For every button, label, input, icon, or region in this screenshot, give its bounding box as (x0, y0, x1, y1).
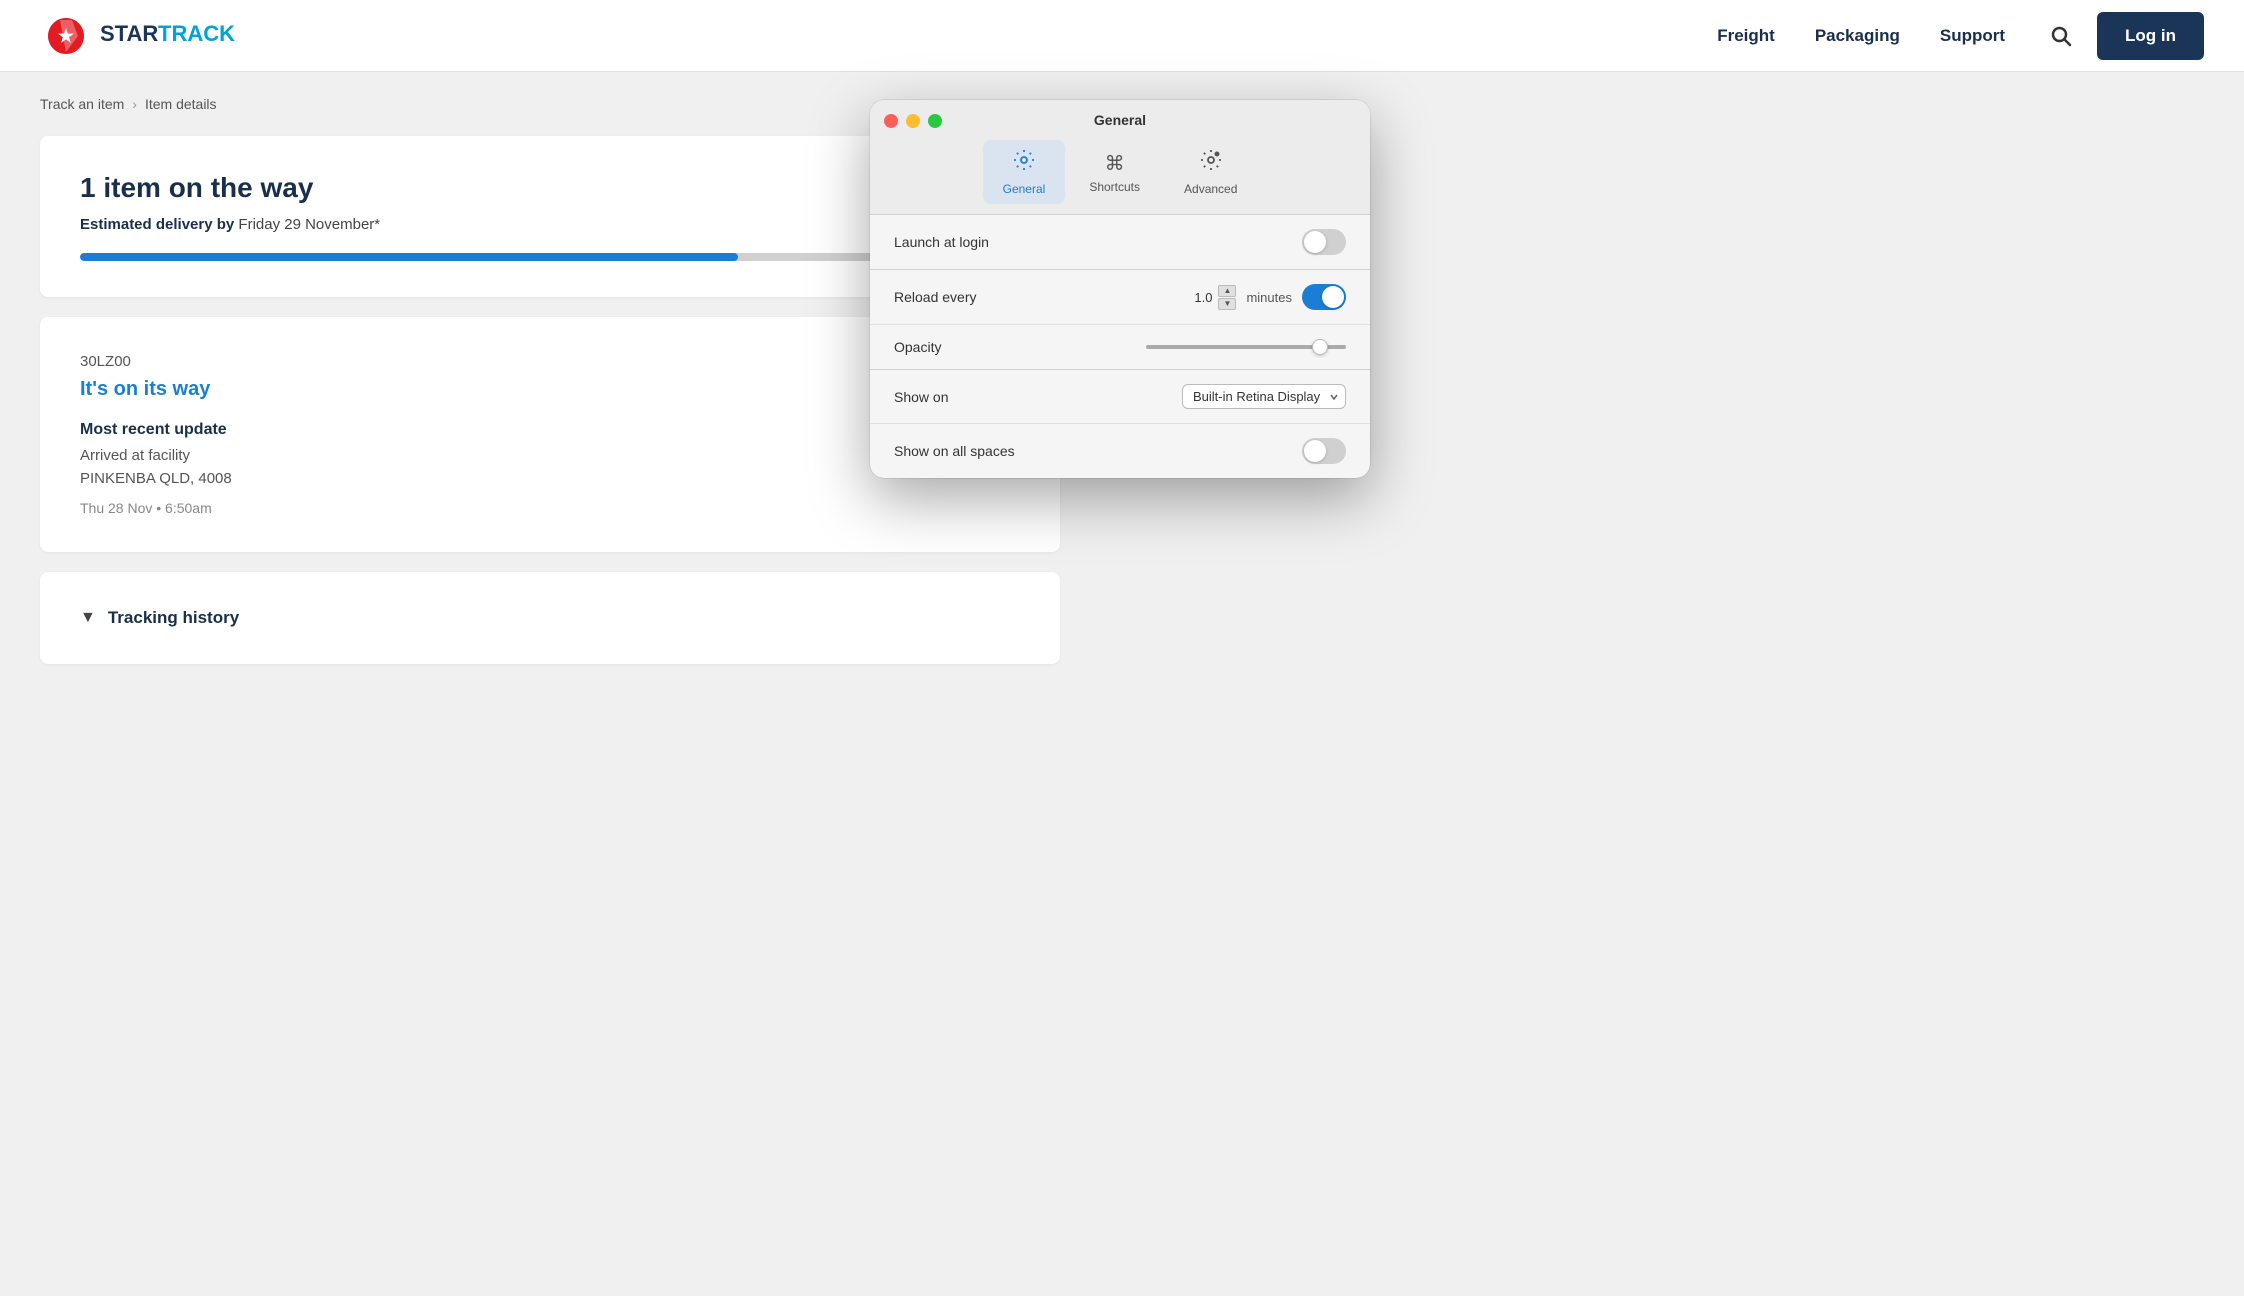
tracking-history-toggle[interactable]: ▼ Tracking history (80, 608, 1020, 628)
nav-support[interactable]: Support (1940, 26, 2005, 46)
reload-opacity-group: Reload every 1.0 ▲ ▼ minutes (870, 269, 1370, 369)
stepper-arrows: ▲ ▼ (1218, 285, 1236, 310)
logo-area: ★ STAR TRACK (40, 10, 1717, 62)
update-time: Thu 28 Nov • 6:50am (80, 500, 1020, 516)
delivery-label: Estimated delivery by (80, 216, 234, 233)
breadcrumb-track[interactable]: Track an item (40, 96, 124, 112)
advanced-tab-label: Advanced (1184, 182, 1237, 196)
header-actions: Log in (2045, 12, 2204, 60)
search-button[interactable] (2045, 20, 2077, 52)
launch-login-group: Launch at login (870, 215, 1370, 269)
tab-advanced[interactable]: Advanced (1164, 140, 1257, 204)
tab-general[interactable]: General (983, 140, 1066, 204)
general-tab-label: General (1003, 182, 1046, 196)
nav-freight[interactable]: Freight (1717, 26, 1775, 46)
svg-text:★: ★ (58, 26, 75, 46)
tracking-history-card: ▼ Tracking history (40, 572, 1060, 664)
advanced-tab-icon (1199, 148, 1223, 178)
panel-tabs: General ⌘ Shortcuts Advanced (983, 140, 1258, 204)
panel-titlebar: General General ⌘ Shortcuts (870, 100, 1370, 215)
launch-login-toggle[interactable] (1302, 229, 1346, 255)
minimize-button[interactable] (906, 114, 920, 128)
launch-at-login-row: Launch at login (870, 215, 1370, 269)
panel-title: General (1094, 112, 1146, 128)
show-on-label: Show on (894, 389, 948, 405)
show-all-spaces-row: Show on all spaces (870, 424, 1370, 478)
opacity-row: Opacity (870, 325, 1370, 369)
launch-login-label: Launch at login (894, 234, 989, 250)
close-button[interactable] (884, 114, 898, 128)
delivery-date: Friday 29 November* (238, 216, 380, 233)
maximize-button[interactable] (928, 114, 942, 128)
startrack-logo-icon: ★ (40, 10, 92, 62)
logo-text: STAR TRACK (100, 17, 260, 54)
show-all-spaces-label: Show on all spaces (894, 443, 1015, 459)
svg-text:STAR: STAR (100, 21, 158, 46)
general-tab-icon (1012, 148, 1036, 178)
reload-stepper: 1.0 ▲ ▼ (1188, 285, 1236, 310)
reload-value: 1.0 (1188, 290, 1212, 305)
show-on-select[interactable]: Built-in Retina Display All Displays (1182, 384, 1346, 409)
show-on-control: Built-in Retina Display All Displays (1182, 384, 1346, 409)
breadcrumb-current: Item details (145, 96, 217, 112)
minutes-label: minutes (1246, 290, 1292, 305)
reload-every-control: 1.0 ▲ ▼ minutes (1188, 284, 1346, 310)
opacity-control (1146, 345, 1346, 349)
show-on-group: Show on Built-in Retina Display All Disp… (870, 369, 1370, 478)
tracking-history-label: Tracking history (108, 608, 239, 628)
toggle-knob (1304, 231, 1326, 253)
login-button[interactable]: Log in (2097, 12, 2204, 60)
stepper-up[interactable]: ▲ (1218, 285, 1236, 297)
reload-every-label: Reload every (894, 289, 977, 305)
macos-prefs-panel: General General ⌘ Shortcuts (870, 100, 1370, 478)
show-all-spaces-control (1302, 438, 1346, 464)
main-nav: Freight Packaging Support (1717, 26, 2005, 46)
traffic-lights (884, 114, 942, 128)
opacity-label: Opacity (894, 339, 941, 355)
opacity-slider[interactable] (1146, 345, 1346, 349)
tab-shortcuts[interactable]: ⌘ Shortcuts (1069, 143, 1160, 202)
spaces-toggle-knob (1304, 440, 1326, 462)
svg-text:TRACK: TRACK (158, 21, 235, 46)
show-all-spaces-toggle[interactable] (1302, 438, 1346, 464)
reload-every-row: Reload every 1.0 ▲ ▼ minutes (870, 270, 1370, 325)
reload-enabled-toggle[interactable] (1302, 284, 1346, 310)
stepper-down[interactable]: ▼ (1218, 298, 1236, 310)
breadcrumb-sep: › (132, 96, 137, 112)
progress-bar-fill (80, 253, 738, 261)
shortcuts-tab-label: Shortcuts (1089, 180, 1140, 194)
header: ★ STAR TRACK Freight Packaging Support L… (0, 0, 2244, 72)
launch-login-control (1302, 229, 1346, 255)
show-on-row: Show on Built-in Retina Display All Disp… (870, 370, 1370, 424)
reload-toggle-knob (1322, 286, 1344, 308)
history-chevron-icon: ▼ (80, 609, 96, 627)
panel-content: Launch at login Reload every 1.0 ▲ ▼ (870, 215, 1370, 478)
nav-packaging[interactable]: Packaging (1815, 26, 1900, 46)
shortcuts-tab-icon: ⌘ (1105, 151, 1125, 176)
